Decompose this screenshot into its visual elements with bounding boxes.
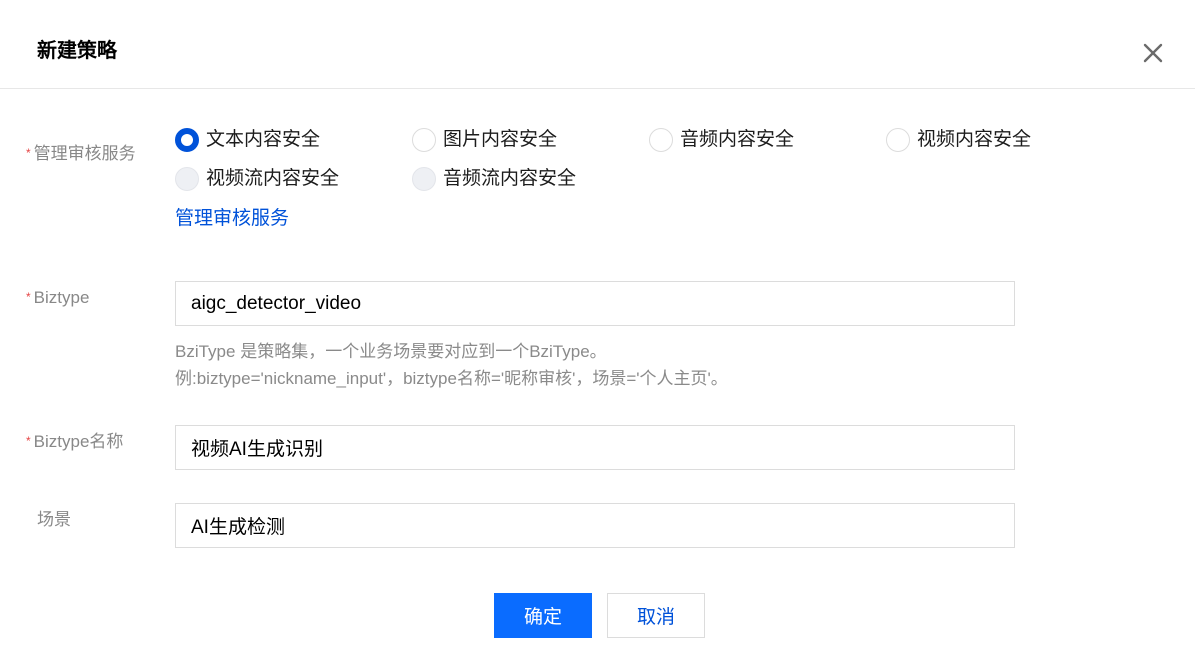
- radio-unchecked-icon: [649, 128, 673, 152]
- radio-unchecked-icon: [412, 128, 436, 152]
- radio-checked-icon: [175, 128, 199, 152]
- service-label: * 管理审核服务: [26, 143, 136, 166]
- manage-service-link[interactable]: 管理审核服务: [175, 206, 289, 232]
- biztype-label: * Biztype: [26, 287, 89, 310]
- confirm-button[interactable]: 确定: [494, 593, 592, 638]
- dialog-header: 新建策略: [0, 0, 1195, 89]
- radio-audio-stream-content-security[interactable]: 音频流内容安全: [412, 166, 576, 192]
- radio-label: 视频流内容安全: [206, 168, 340, 189]
- radio-text-content-security[interactable]: 文本内容安全: [175, 127, 320, 153]
- radio-label: 图片内容安全: [443, 129, 558, 150]
- biztype-name-input-value: 视频AI生成识别: [191, 439, 323, 460]
- required-mark: *: [26, 434, 31, 448]
- radio-video-stream-content-security[interactable]: 视频流内容安全: [175, 166, 339, 192]
- create-policy-dialog: 新建策略 * 管理审核服务 文本内容安全 图片内容安全 音频内容安全 视频内容安全…: [0, 0, 1195, 669]
- scene-label: 场景: [37, 510, 71, 529]
- service-label-text: 管理审核服务: [33, 144, 136, 163]
- radio-audio-content-security[interactable]: 音频内容安全: [649, 127, 794, 153]
- biztype-name-label-text: Biztype名称: [33, 432, 124, 451]
- required-mark: *: [26, 290, 31, 304]
- biztype-input-value: aigc_detector_video: [191, 292, 362, 314]
- radio-label: 视频内容安全: [917, 129, 1032, 150]
- biztype-hint-line1: BziType 是策略集，一个业务场景要对应到一个BziType。: [175, 342, 607, 361]
- radio-disabled-icon: [175, 167, 199, 191]
- radio-label: 文本内容安全: [206, 129, 321, 150]
- scene-input[interactable]: AI生成检测: [175, 503, 1015, 548]
- biztype-label-text: Biztype: [33, 288, 90, 307]
- biztype-name-input[interactable]: 视频AI生成识别: [175, 425, 1015, 470]
- radio-unchecked-icon: [886, 128, 910, 152]
- radio-image-content-security[interactable]: 图片内容安全: [412, 127, 557, 153]
- radio-label: 音频内容安全: [680, 129, 795, 150]
- biztype-hint-line2: 例:biztype='nickname_input'，biztype名称='昵称…: [175, 369, 728, 388]
- radio-video-content-security[interactable]: 视频内容安全: [886, 127, 1031, 153]
- dialog-title: 新建策略: [37, 40, 117, 62]
- biztype-name-label: * Biztype名称: [26, 431, 123, 454]
- biztype-input[interactable]: aigc_detector_video: [175, 281, 1015, 326]
- cancel-button[interactable]: 取消: [607, 593, 705, 638]
- radio-disabled-icon: [412, 167, 436, 191]
- radio-label: 音频流内容安全: [443, 168, 577, 189]
- close-icon[interactable]: [1140, 40, 1166, 66]
- close-icon-glyph: [1143, 43, 1163, 63]
- scene-input-value: AI生成检测: [191, 517, 285, 538]
- required-mark: *: [26, 146, 31, 160]
